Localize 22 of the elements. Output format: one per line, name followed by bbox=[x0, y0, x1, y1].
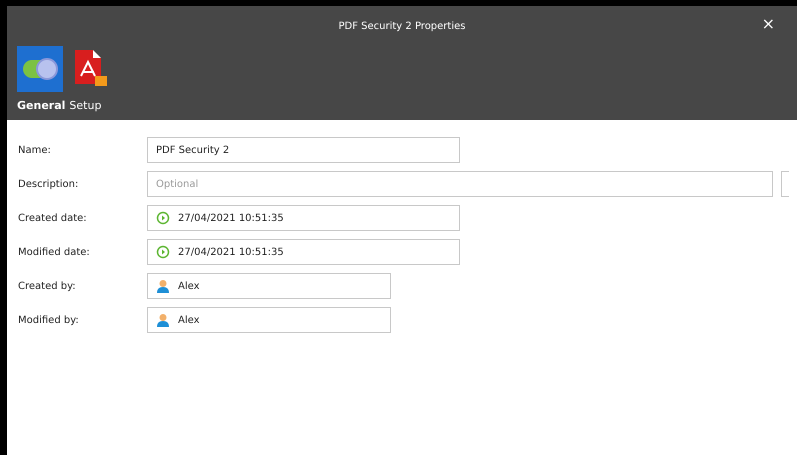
field-label: Modified date: bbox=[18, 246, 91, 260]
input-field[interactable]: 27/04/2021 10:51:35 bbox=[147, 205, 460, 231]
toggle-icon bbox=[17, 46, 63, 92]
field-edge bbox=[781, 171, 789, 197]
input-field[interactable]: 27/04/2021 10:51:35 bbox=[147, 239, 460, 265]
window-title: PDF Security 2 Properties bbox=[338, 20, 466, 34]
tab[interactable]: General bbox=[17, 46, 66, 114]
clock-icon bbox=[156, 211, 170, 225]
close-button[interactable]: × bbox=[762, 16, 775, 32]
field-label: Created by: bbox=[18, 280, 77, 294]
tab[interactable]: Setup bbox=[69, 46, 116, 114]
user-icon bbox=[156, 279, 170, 293]
user-icon bbox=[156, 313, 170, 327]
field-label: Modified by: bbox=[18, 314, 80, 328]
input-field[interactable]: Alex bbox=[147, 307, 391, 333]
field-label: Description: bbox=[18, 178, 80, 192]
input-field[interactable]: Optional bbox=[147, 171, 773, 197]
field-label: Created date: bbox=[18, 212, 88, 226]
input-field[interactable]: Alex bbox=[147, 273, 391, 299]
field-label: Name: bbox=[18, 144, 52, 158]
input-field[interactable]: PDF Security 2 bbox=[147, 137, 460, 163]
clock-icon bbox=[156, 245, 170, 259]
